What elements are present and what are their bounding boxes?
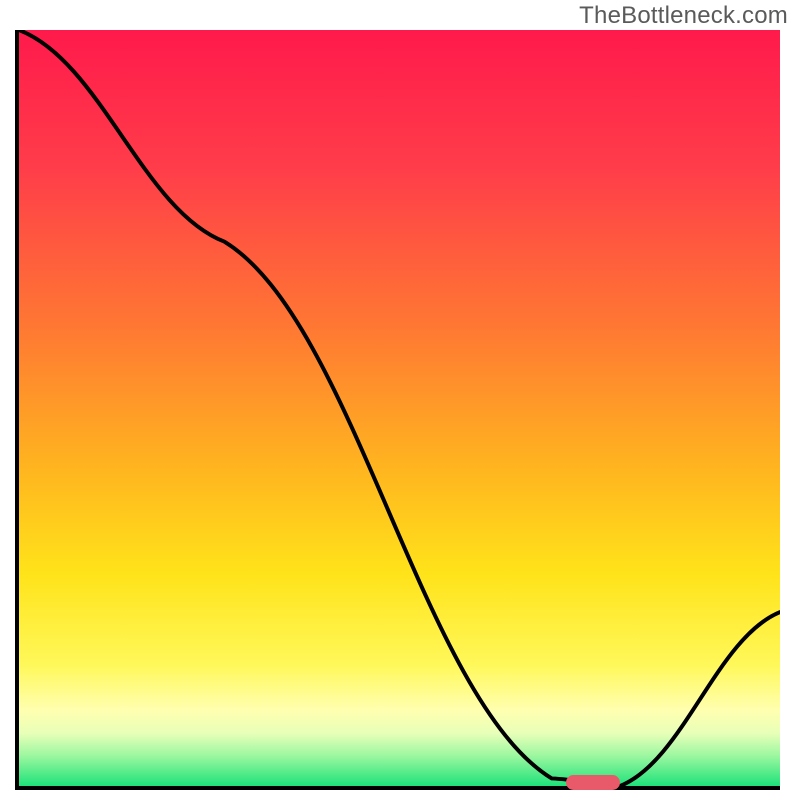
watermark-text: TheBottleneck.com: [579, 2, 788, 30]
chart-frame: TheBottleneck.com: [0, 0, 800, 800]
plot-area: [15, 30, 780, 790]
gradient-background: [19, 30, 780, 786]
optimal-marker: [566, 775, 620, 790]
plot-svg: [19, 30, 780, 786]
